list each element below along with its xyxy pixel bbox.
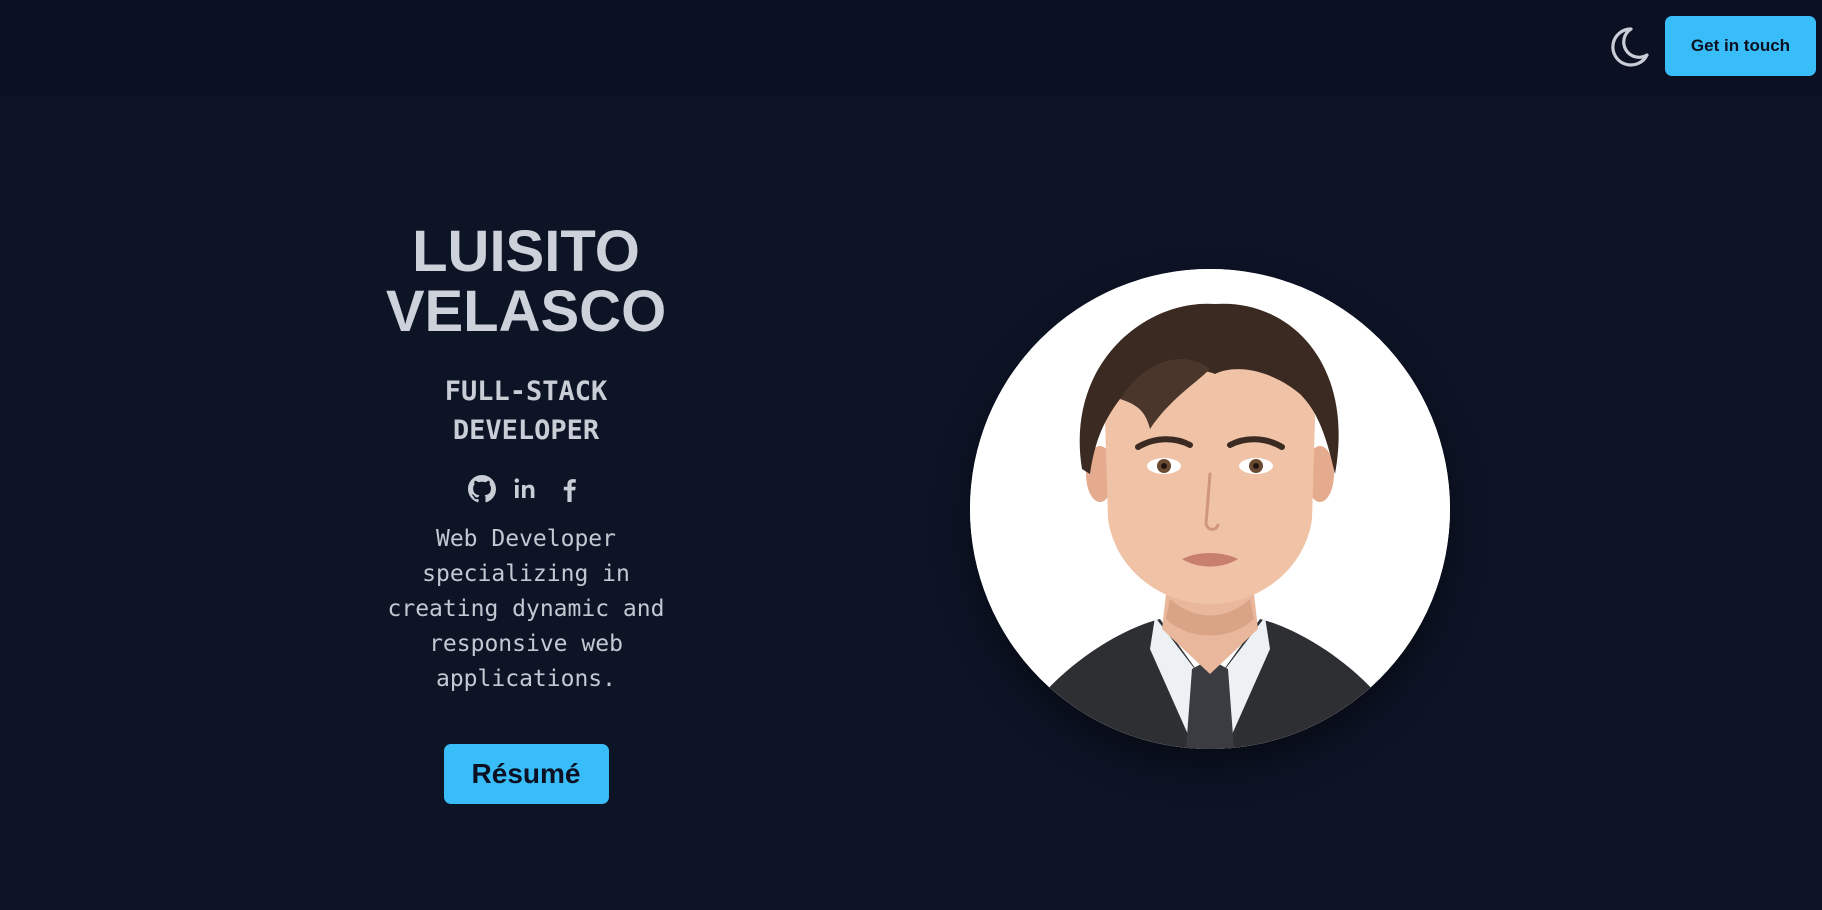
hero-name: LUISITO VELASCO <box>386 222 666 342</box>
facebook-icon <box>563 479 576 502</box>
hero-bio: Web Developer specializing in creating d… <box>387 526 665 692</box>
get-in-touch-button[interactable]: Get in touch <box>1665 16 1816 76</box>
profile-portrait <box>970 269 1450 749</box>
hero-name-last: VELASCO <box>385 279 667 344</box>
moon-icon <box>1611 27 1649 67</box>
linkedin-icon <box>514 478 535 498</box>
github-icon <box>468 475 496 503</box>
theme-toggle-button[interactable] <box>1604 22 1654 72</box>
linkedin-link[interactable] <box>511 474 541 504</box>
resume-button[interactable]: Résumé <box>443 744 609 804</box>
github-link[interactable] <box>467 474 497 504</box>
profile-portrait-illustration <box>970 269 1450 749</box>
hero-intro: LUISITO VELASCO FULL-STACK DEVELOPER Web… <box>326 222 726 804</box>
hero-role: FULL-STACK DEVELOPER <box>444 376 608 446</box>
social-links <box>467 472 585 506</box>
facebook-link[interactable] <box>555 474 585 504</box>
top-navbar: Get in touch <box>0 0 1822 96</box>
hero-name-first: LUISITO <box>412 219 640 284</box>
